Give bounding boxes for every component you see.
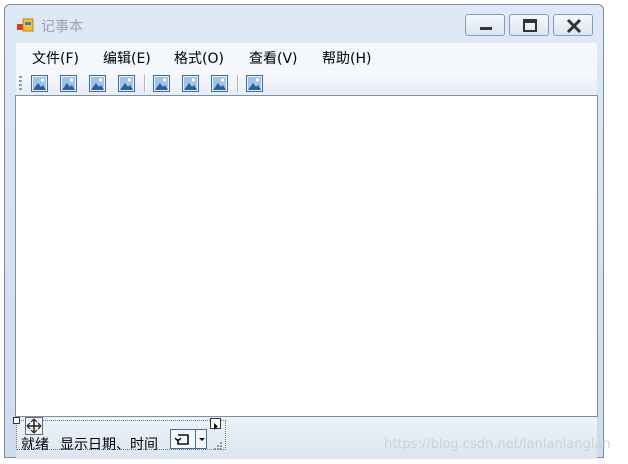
image-icon[interactable]: [60, 75, 77, 92]
image-icon[interactable]: [153, 75, 170, 92]
smart-tag-arrow-icon[interactable]: [210, 418, 221, 430]
image-icon[interactable]: [89, 75, 106, 92]
close-button[interactable]: [553, 14, 593, 36]
window-title: 记事本: [41, 19, 83, 35]
refresh-icon: [174, 434, 189, 445]
close-icon: [566, 18, 582, 34]
image-icon[interactable]: [211, 75, 228, 92]
menu-view[interactable]: 查看(V): [249, 48, 298, 68]
menu-bar: 文件(F) 编辑(E) 格式(O) 查看(V) 帮助(H): [16, 43, 597, 71]
tool-bar: [16, 71, 597, 96]
minimize-button[interactable]: [465, 14, 505, 36]
toolbar-grip[interactable]: [19, 76, 22, 91]
status-strip: 就绪 显示日期、时间: [13, 417, 226, 453]
title-bar[interactable]: 记事本: [5, 5, 603, 43]
watermark-text: https://blog.csdn.net/lanlanlanglan: [384, 437, 611, 452]
status-split-button[interactable]: [170, 429, 207, 449]
status-ready-label: 就绪: [21, 437, 49, 453]
maximize-button[interactable]: [509, 14, 549, 36]
status-datetime-label: 显示日期、时间: [60, 437, 158, 453]
move-icon[interactable]: [25, 417, 43, 435]
image-icon[interactable]: [246, 75, 263, 92]
menu-format[interactable]: 格式(O): [174, 48, 224, 68]
menu-file[interactable]: 文件(F): [32, 48, 79, 68]
toolbar-separator: [144, 75, 146, 92]
app-window: 记事本 文件(F) 编辑(E) 格式(O) 查看(V) 帮助(H) 就绪 显示日…: [4, 4, 604, 459]
dropdown-arrow-icon: [199, 438, 205, 441]
toolbar-separator: [237, 75, 239, 92]
menu-help[interactable]: 帮助(H): [322, 48, 371, 68]
menu-edit[interactable]: 编辑(E): [103, 48, 151, 68]
minimize-icon: [480, 27, 492, 30]
app-icon: [17, 18, 35, 34]
maximize-icon: [523, 19, 537, 32]
selection-handle[interactable]: [13, 417, 20, 424]
image-icon[interactable]: [118, 75, 135, 92]
resize-grip-icon[interactable]: [213, 441, 223, 451]
image-icon[interactable]: [182, 75, 199, 92]
text-editor[interactable]: [15, 95, 598, 417]
image-icon[interactable]: [31, 75, 48, 92]
